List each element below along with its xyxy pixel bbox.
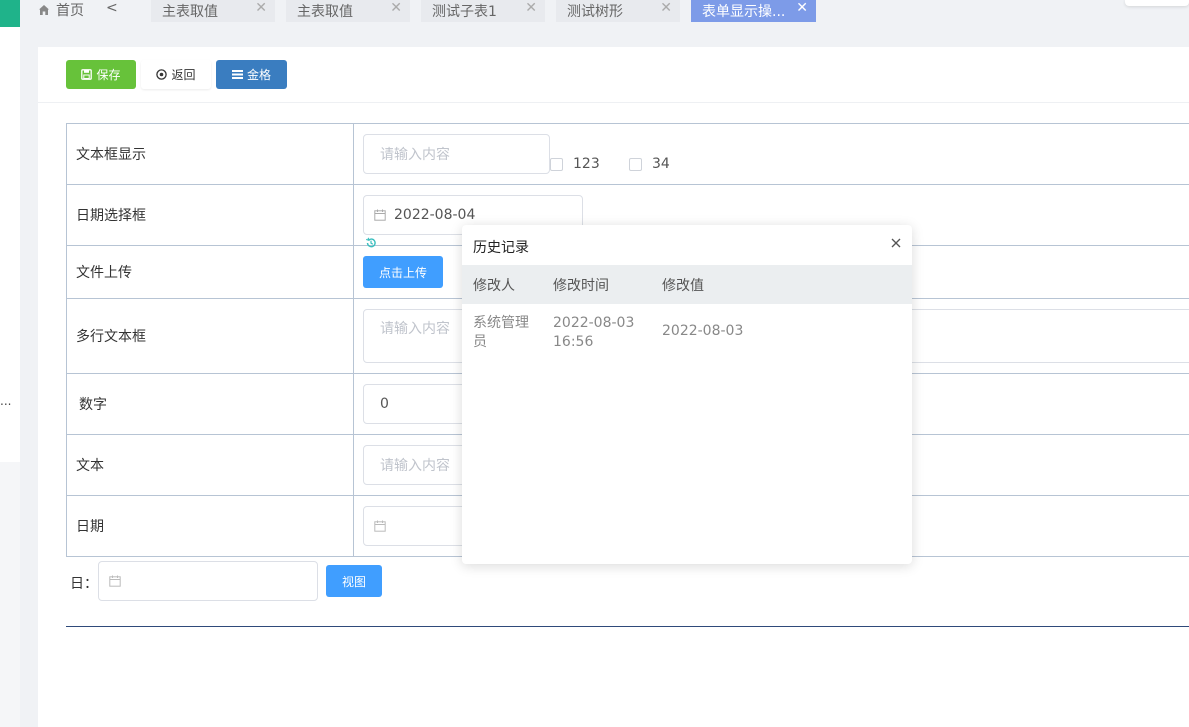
form-row-label: 数字 bbox=[67, 374, 354, 434]
grid-button-label: 金格 bbox=[246, 68, 271, 82]
form-row-label: 文本框显示 bbox=[67, 124, 354, 184]
calendar-icon bbox=[374, 520, 386, 532]
circle-back-icon bbox=[156, 69, 168, 80]
back-button[interactable]: 返回 bbox=[141, 60, 211, 89]
column-header: 修改值 bbox=[662, 277, 704, 294]
checkbox-box[interactable] bbox=[629, 157, 642, 171]
tab-item[interactable]: 主表取值 ✕ bbox=[286, 0, 410, 22]
tab-scroll-left-button[interactable]: < bbox=[106, 0, 118, 16]
form-row-label: 文本 bbox=[67, 435, 354, 495]
toolbar: 保存 返回 金格 bbox=[38, 47, 1189, 103]
form-row-label: 日期选择框 bbox=[67, 185, 354, 245]
popup-table-header: 修改人 修改时间 修改值 bbox=[462, 265, 912, 304]
tab-close-icon[interactable]: ✕ bbox=[255, 0, 267, 16]
sidebar-lower bbox=[0, 462, 20, 727]
history-popup: 历史记录 修改人 修改时间 修改值 系统管理员 2022-08-03 16:56… bbox=[462, 225, 912, 564]
form-row-label: 文件上传 bbox=[67, 246, 354, 298]
checkbox-label: 123 bbox=[573, 156, 600, 172]
sidebar: ... bbox=[0, 0, 20, 462]
save-button-label: 保存 bbox=[96, 68, 121, 82]
view-button[interactable]: 视图 bbox=[326, 565, 382, 597]
tab-item[interactable]: 主表取值 ✕ bbox=[151, 0, 275, 22]
tab-label: 主表取值 bbox=[297, 4, 353, 20]
column-header: 修改时间 bbox=[553, 277, 609, 294]
form-row: 文本框显示 请输入内容 123 34 bbox=[67, 124, 1189, 185]
tab-label: 测试树形 bbox=[567, 4, 623, 20]
filter-label: 日： bbox=[70, 576, 98, 592]
tab-close-icon[interactable]: ✕ bbox=[660, 0, 672, 16]
cell-user: 系统管理员 bbox=[473, 315, 529, 350]
calendar-icon bbox=[374, 209, 386, 221]
checkbox-34[interactable]: 34 bbox=[629, 156, 670, 172]
upload-button[interactable]: 点击上传 bbox=[363, 256, 443, 288]
column-header: 修改人 bbox=[473, 277, 515, 294]
close-icon[interactable] bbox=[890, 237, 902, 249]
list-icon bbox=[231, 70, 243, 79]
checkbox-123[interactable]: 123 bbox=[550, 156, 600, 172]
tab-label: 测试子表1 bbox=[432, 4, 497, 20]
divider bbox=[66, 626, 1189, 627]
tab-close-icon[interactable]: ✕ bbox=[390, 0, 402, 16]
calendar-icon bbox=[109, 575, 121, 587]
popup-title: 历史记录 bbox=[473, 240, 529, 256]
filter-date-input[interactable] bbox=[98, 561, 318, 601]
tab-bar: 首页 < 主表取值 ✕ 主表取值 ✕ 测试子表1 ✕ 测试树形 ✕ 表单显示操.… bbox=[20, 0, 1189, 27]
form-row-label: 日期 bbox=[67, 496, 354, 556]
back-button-label: 返回 bbox=[171, 68, 196, 82]
tab-close-icon[interactable]: ✕ bbox=[525, 0, 537, 16]
cell-value: 2022-08-03 bbox=[662, 323, 744, 339]
tab-label: 主表取值 bbox=[162, 4, 218, 20]
form-row-cell: 请输入内容 123 34 bbox=[355, 124, 1189, 184]
tab-home[interactable]: 首页 bbox=[38, 0, 84, 20]
checkbox-box[interactable] bbox=[550, 157, 563, 171]
save-icon bbox=[81, 69, 93, 80]
sidebar-overflow-text: ... bbox=[0, 394, 12, 408]
checkbox-label: 34 bbox=[652, 156, 670, 172]
home-icon bbox=[39, 5, 49, 15]
history-icon[interactable] bbox=[365, 237, 377, 249]
save-button[interactable]: 保存 bbox=[66, 60, 136, 89]
tab-label: 表单显示操... bbox=[702, 4, 786, 20]
date-picker-value: 2022-08-04 bbox=[394, 207, 476, 223]
cell-time: 2022-08-03 16:56 bbox=[553, 315, 635, 350]
tab-item[interactable]: 测试树形 ✕ bbox=[556, 0, 680, 22]
sidebar-active-item[interactable] bbox=[0, 0, 20, 27]
form-row-label: 多行文本框 bbox=[67, 299, 354, 373]
top-right-panel bbox=[1125, 0, 1189, 6]
tab-item-active[interactable]: 表单显示操... ✕ bbox=[691, 0, 816, 22]
text-display-input[interactable]: 请输入内容 bbox=[363, 134, 550, 174]
tab-item[interactable]: 测试子表1 ✕ bbox=[421, 0, 545, 22]
tab-home-label: 首页 bbox=[56, 3, 84, 19]
tab-close-icon[interactable]: ✕ bbox=[796, 0, 808, 16]
grid-button[interactable]: 金格 bbox=[216, 60, 287, 89]
